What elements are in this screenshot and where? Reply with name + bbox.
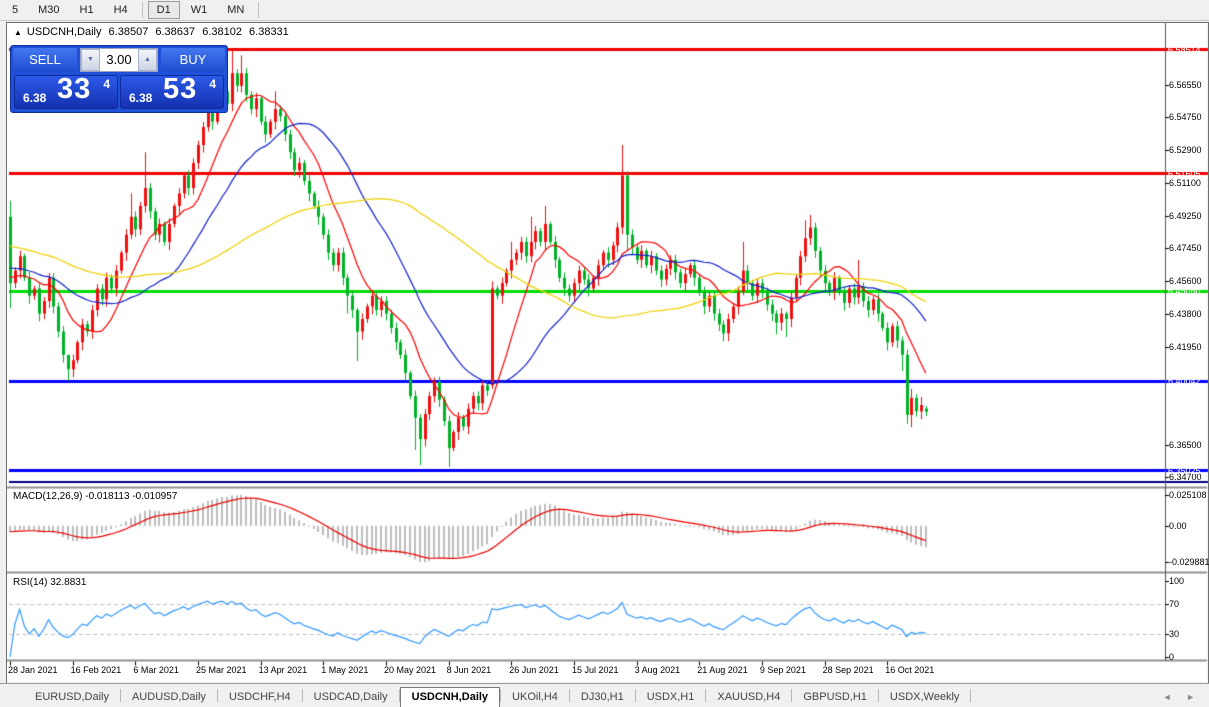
price-tick-label: 6.47450 [1169, 243, 1202, 254]
price-tick-label: 6.41950 [1169, 341, 1202, 352]
one-click-trading-panel: SELL ▼ 3.00 ▲ BUY 6.38 33 4 6.38 53 4 [10, 45, 228, 113]
price-tick-label: 6.43800 [1169, 308, 1202, 319]
ohlc-low: 6.38102 [202, 26, 242, 38]
price-level-chip: 6.40042 [1168, 376, 1201, 387]
buy-button[interactable]: BUY [161, 48, 225, 72]
chart-tab-usdx[interactable]: USDX,H1 [636, 688, 706, 707]
bid-price-pip-digit: 4 [103, 77, 110, 91]
price-tick-label: 6.52900 [1169, 145, 1202, 156]
timeframe-button-w1[interactable]: W1 [182, 1, 217, 19]
sell-button[interactable]: SELL [13, 48, 77, 72]
macd-tick-label: 0.025108 [1169, 490, 1207, 501]
collapse-triangle-icon[interactable]: ▲ [14, 28, 22, 37]
timeframe-button-mn[interactable]: MN [218, 1, 253, 19]
ohlc-open: 6.38507 [108, 26, 149, 38]
chart-tab-gbpusd[interactable]: GBPUSD,H1 [792, 688, 878, 707]
ohlc-close: 6.38331 [249, 26, 289, 38]
chart-tab-dj30[interactable]: DJ30,H1 [570, 688, 635, 707]
date-tick-label: 15 Jul 2021 [571, 665, 619, 675]
tab-scroll-arrows[interactable]: ◄ ► [1163, 692, 1201, 702]
timeframe-button-m30[interactable]: M30 [29, 1, 68, 19]
price-tick-label: 6.56550 [1169, 79, 1202, 90]
toolbar-separator [141, 2, 143, 18]
price-tick-label: 6.54750 [1169, 112, 1202, 123]
toolbar-separator [258, 2, 260, 18]
date-tick-label: 28 Jan 2021 [8, 665, 58, 675]
chart-tab-eurusd[interactable]: EURUSD,Daily [24, 688, 120, 707]
date-tick-label: 16 Feb 2021 [70, 665, 122, 675]
chart-tab-usdx[interactable]: USDX,Weekly [879, 688, 970, 707]
price-level-chip: 6.35025 [1168, 465, 1201, 476]
price-tick-label: 6.49250 [1169, 210, 1202, 221]
chart-tab-usdcad[interactable]: USDCAD,Daily [303, 688, 399, 707]
chart-tab-usdchf[interactable]: USDCHF,H4 [218, 688, 302, 707]
bid-price-big-digits: 33 [57, 73, 92, 105]
rsi-tick-label: 30 [1169, 629, 1180, 640]
timeframe-button-h4[interactable]: H4 [105, 1, 137, 19]
trading-terminal-window: 5 M30 H1 H4 D1 W1 MN ▲ USDCNH,Daily 6.38507 6.3… [0, 0, 1209, 707]
rsi-indicator-label: RSI(14) 32.8831 [13, 577, 87, 588]
ask-price-big-digits: 53 [163, 73, 198, 105]
timeframe-button-d1[interactable]: D1 [147, 1, 180, 19]
date-tick-label: 25 Mar 2021 [195, 665, 247, 675]
price-level-chip: 6.45060 [1168, 286, 1201, 297]
price-level-chip: 6.38331 [1168, 406, 1201, 417]
rsi-tick-label: 70 [1169, 598, 1180, 609]
rsi-tick-label: 100 [1169, 576, 1185, 586]
date-tick-label: 26 Jun 2021 [509, 665, 559, 675]
date-tick-label: 8 Jun 2021 [446, 665, 492, 675]
timeframe-button-h1[interactable]: H1 [71, 1, 103, 19]
price-level-chip: 6.58514 [1168, 44, 1201, 55]
chart-tab-usdcnh[interactable]: USDCNH,Daily [399, 687, 501, 707]
date-tick-label: 20 May 2021 [383, 665, 436, 675]
date-tick-label: 9 Sep 2021 [759, 665, 806, 675]
date-tick-label: 21 Aug 2021 [697, 665, 748, 675]
volume-decrease-button[interactable]: ▼ [81, 49, 100, 71]
chart-tab-audusd[interactable]: AUDUSD,Daily [121, 688, 217, 707]
date-tick-label: 3 Aug 2021 [634, 665, 681, 675]
ask-price-base: 6.38 [129, 91, 153, 105]
timeframe-toolbar: 5 M30 H1 H4 D1 W1 MN [0, 0, 1209, 21]
macd-tick-label: 0.00 [1169, 520, 1187, 531]
bid-price-base: 6.38 [23, 91, 47, 105]
timeframe-button-5[interactable]: 5 [3, 1, 27, 19]
ohlc-high: 6.38637 [155, 26, 196, 38]
chart-title: ▲ USDCNH,Daily 6.38507 6.38637 6.38102 6.… [14, 26, 293, 38]
ask-price-pip-digit: 4 [209, 77, 216, 91]
chart-symbol-period: USDCNH,Daily [26, 26, 102, 38]
ask-quote-box[interactable]: 6.38 53 4 [120, 73, 224, 109]
rsi-tick-label: 0 [1169, 652, 1175, 662]
tab-separator [970, 689, 972, 702]
macd-tick-label: -0.029881 [1169, 557, 1209, 568]
bid-quote-box[interactable]: 6.38 33 4 [14, 73, 118, 109]
volume-input[interactable]: 3.00 [100, 49, 138, 71]
date-tick-label: 16 Oct 2021 [885, 665, 935, 675]
volume-spinner: ▼ 3.00 ▲ [80, 48, 158, 72]
volume-increase-button[interactable]: ▲ [138, 49, 157, 71]
date-tick-label: 13 Apr 2021 [258, 665, 308, 675]
chart-tab-xauusd[interactable]: XAUUSD,H4 [706, 688, 791, 707]
price-level-chip: 6.51605 [1168, 168, 1201, 179]
chart-tab-ukoil[interactable]: UKOil,H4 [501, 688, 569, 707]
date-tick-label: 1 May 2021 [321, 665, 369, 675]
date-tick-label: 28 Sep 2021 [822, 665, 874, 675]
chart-tab-bar: EURUSD,Daily AUDUSD,Daily USDCHF,H4 USDCAD,… [0, 683, 1209, 707]
macd-indicator-label: MACD(12,26,9) -0.018113 -0.010957 [13, 491, 178, 502]
date-tick-label: 6 Mar 2021 [133, 665, 179, 675]
price-tick-label: 6.36500 [1169, 439, 1202, 450]
